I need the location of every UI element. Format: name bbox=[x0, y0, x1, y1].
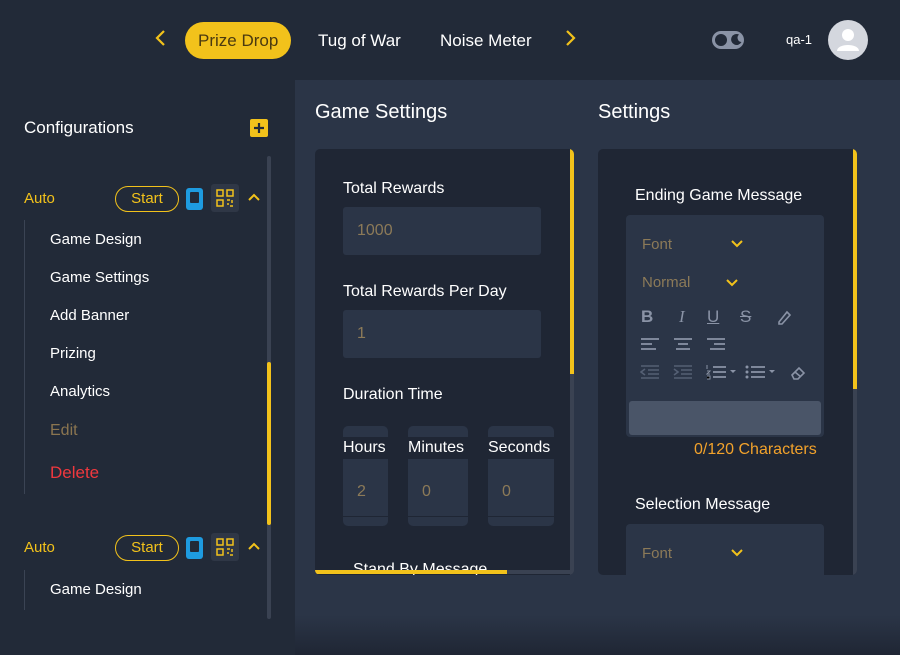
underline-icon[interactable]: U bbox=[707, 308, 719, 326]
toggle-knob bbox=[715, 34, 727, 46]
mobile-preview-icon[interactable] bbox=[186, 537, 203, 559]
seconds-value[interactable]: 0 bbox=[502, 483, 511, 501]
rewards-per-day-label: Total Rewards Per Day bbox=[343, 283, 507, 300]
tab-noise-meter[interactable]: Noise Meter bbox=[440, 22, 532, 59]
italic-icon[interactable]: I bbox=[679, 308, 685, 326]
tab-prize-drop[interactable]: Prize Drop bbox=[185, 22, 292, 59]
bold-icon[interactable]: B bbox=[641, 308, 653, 326]
configurations-title: Configurations bbox=[24, 118, 134, 137]
settings-panel: Ending Game Message Font Normal B I U S bbox=[598, 149, 857, 575]
game-settings-panel: Total Rewards 1000 Total Rewards Per Day… bbox=[315, 149, 574, 575]
field-divider bbox=[408, 516, 468, 517]
size-select[interactable]: Normal bbox=[642, 274, 690, 291]
hours-field[interactable]: Hours 2 bbox=[343, 426, 388, 526]
user-icon bbox=[837, 29, 859, 51]
panel-scrollbar-thumb[interactable] bbox=[853, 149, 857, 389]
menu-divider bbox=[24, 220, 25, 494]
game-settings-title: Game Settings bbox=[315, 101, 448, 123]
hours-label: Hours bbox=[343, 437, 388, 459]
chevron-up-icon[interactable] bbox=[247, 187, 263, 207]
ending-message-label: Ending Game Message bbox=[635, 187, 803, 204]
font-select[interactable]: Font bbox=[642, 545, 672, 562]
start-button[interactable]: Start bbox=[115, 186, 179, 212]
highlight-icon[interactable] bbox=[775, 308, 793, 330]
total-rewards-label: Total Rewards bbox=[343, 180, 445, 197]
align-right-icon[interactable] bbox=[706, 336, 726, 356]
chevron-up-icon[interactable] bbox=[247, 536, 263, 556]
minutes-field[interactable]: Minutes 0 bbox=[408, 426, 468, 526]
align-left-icon[interactable] bbox=[640, 336, 660, 356]
rewards-per-day-input[interactable]: 1 bbox=[343, 310, 541, 358]
main-content: Game Settings Settings Total Rewards 100… bbox=[295, 80, 900, 655]
hours-value[interactable]: 2 bbox=[357, 483, 366, 501]
menu-item-game-design[interactable]: Game Design bbox=[50, 231, 142, 248]
menu-item-game-design[interactable]: Game Design bbox=[50, 581, 142, 598]
config-row: Auto Start bbox=[0, 183, 270, 213]
ending-message-editor: Font Normal B I U S bbox=[626, 215, 824, 437]
character-count: 0/120 Characters bbox=[694, 441, 817, 458]
top-bar: Prize Drop Tug of War Noise Meter qa-1 bbox=[0, 0, 900, 80]
qr-code-icon[interactable] bbox=[211, 184, 239, 212]
chevron-right-icon[interactable] bbox=[560, 28, 582, 52]
menu-item-prizing[interactable]: Prizing bbox=[50, 345, 96, 362]
outdent-icon[interactable] bbox=[639, 364, 660, 384]
font-select[interactable]: Font bbox=[642, 236, 672, 253]
edit-link[interactable]: Edit bbox=[50, 422, 78, 440]
panel-hscrollbar-thumb[interactable] bbox=[315, 570, 507, 574]
strikethrough-icon[interactable]: S bbox=[740, 308, 751, 326]
add-configuration-button[interactable] bbox=[250, 119, 268, 137]
align-center-icon[interactable] bbox=[673, 336, 693, 356]
total-rewards-input[interactable]: 1000 bbox=[343, 207, 541, 255]
seconds-label: Seconds bbox=[488, 437, 554, 459]
config-label[interactable]: Auto bbox=[24, 190, 55, 207]
menu-item-game-settings[interactable]: Game Settings bbox=[50, 269, 149, 286]
menu-divider bbox=[24, 570, 25, 610]
config-row: Auto Start bbox=[0, 532, 270, 562]
chevron-down-icon[interactable] bbox=[725, 276, 739, 291]
delete-link[interactable]: Delete bbox=[50, 463, 99, 483]
moon-icon bbox=[730, 33, 743, 46]
menu-item-analytics[interactable]: Analytics bbox=[50, 383, 110, 400]
menu-item-add-banner[interactable]: Add Banner bbox=[50, 307, 129, 324]
config-label[interactable]: Auto bbox=[24, 539, 55, 556]
panel-scrollbar-thumb[interactable] bbox=[570, 149, 574, 374]
selection-message-label: Selection Message bbox=[635, 496, 771, 513]
field-divider bbox=[488, 516, 554, 517]
seconds-field[interactable]: Seconds 0 bbox=[488, 426, 554, 526]
minutes-value[interactable]: 0 bbox=[422, 483, 431, 501]
ordered-list-icon[interactable] bbox=[705, 364, 738, 384]
plus-icon bbox=[254, 123, 264, 133]
ending-message-input[interactable] bbox=[629, 401, 821, 435]
duration-time-label: Duration Time bbox=[343, 386, 443, 403]
sidebar: Configurations Auto Start Game Design Ga… bbox=[0, 80, 295, 655]
minutes-label: Minutes bbox=[408, 437, 468, 459]
chevron-down-icon[interactable] bbox=[730, 237, 744, 252]
field-divider bbox=[343, 516, 388, 517]
tab-tug-of-war[interactable]: Tug of War bbox=[318, 22, 401, 59]
avatar[interactable] bbox=[828, 20, 868, 60]
sidebar-scrollbar-thumb[interactable] bbox=[267, 362, 271, 525]
chevron-down-icon[interactable] bbox=[730, 546, 744, 561]
start-button[interactable]: Start bbox=[115, 535, 179, 561]
selection-message-editor: Font bbox=[626, 524, 824, 575]
mobile-preview-icon[interactable] bbox=[186, 188, 203, 210]
username: qa-1 bbox=[786, 32, 813, 47]
indent-icon[interactable] bbox=[673, 364, 693, 384]
theme-toggle[interactable] bbox=[712, 31, 744, 49]
eraser-icon[interactable] bbox=[789, 364, 807, 386]
main-footer-shade bbox=[295, 615, 900, 655]
bullet-list-icon[interactable] bbox=[745, 364, 777, 384]
settings-title: Settings bbox=[598, 101, 671, 123]
chevron-left-icon[interactable] bbox=[149, 28, 171, 52]
qr-code-icon[interactable] bbox=[211, 533, 239, 561]
